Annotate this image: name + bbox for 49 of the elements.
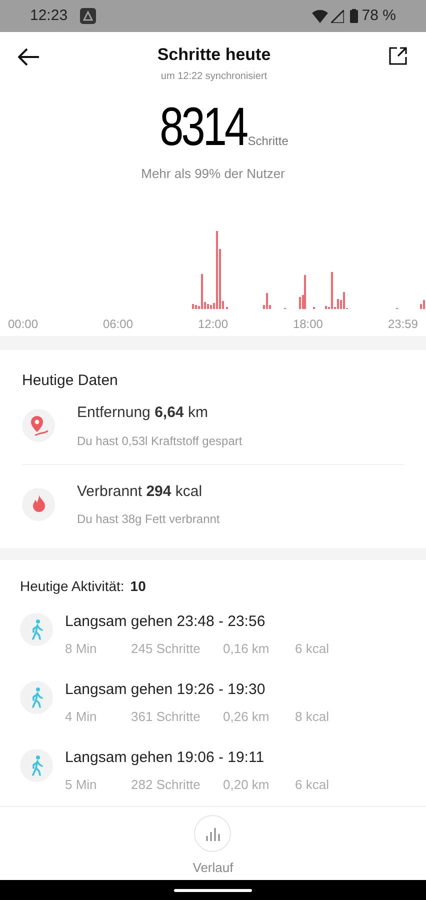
activity-calories: 6 kcal bbox=[295, 640, 329, 658]
step-unit: Schritte bbox=[248, 133, 288, 150]
metric-value: Entfernung 6,64 km bbox=[77, 403, 209, 423]
walking-person-icon bbox=[30, 754, 42, 776]
activity-section-title: Heutige Aktivität: bbox=[20, 577, 124, 596]
signal-icon bbox=[330, 10, 344, 22]
sync-status: um 12:22 synchronisiert bbox=[160, 70, 268, 84]
history-button[interactable]: Verlauf bbox=[192, 815, 234, 878]
activity-title: Langsam gehen 19:26 - 19:30 bbox=[65, 680, 266, 700]
location-pin-icon bbox=[28, 414, 48, 437]
activity-distance: 0,26 km bbox=[223, 708, 270, 726]
time-axis-label: 06:00 bbox=[102, 316, 134, 332]
back-arrow-icon bbox=[18, 48, 40, 66]
walking-person-icon bbox=[30, 686, 42, 708]
activity-title: Langsam gehen 23:48 - 23:56 bbox=[65, 612, 266, 632]
back-button[interactable] bbox=[18, 48, 40, 66]
share-icon bbox=[388, 46, 408, 66]
activity-duration: 8 Min bbox=[65, 640, 98, 658]
activity-distance: 0,16 km bbox=[223, 640, 270, 658]
metric-value: Verbrannt 294 kcal bbox=[77, 482, 204, 502]
activity-steps: 282 Schritte bbox=[131, 774, 223, 794]
activity-title: Langsam gehen 19:06 - 19:11 bbox=[65, 748, 266, 768]
walking-person-icon bbox=[30, 618, 42, 640]
battery-icon bbox=[350, 9, 358, 23]
battery-percentage: 78 % bbox=[362, 6, 396, 26]
metric-note: Du hast 0,53l Kraftstoff gespart bbox=[77, 432, 242, 450]
flame-icon bbox=[30, 494, 46, 514]
wifi-icon bbox=[312, 10, 328, 22]
activity-duration: 5 Min bbox=[65, 776, 98, 794]
metric-note: Du hast 38g Fett verbrannt bbox=[77, 511, 220, 528]
status-time: 12:23 bbox=[30, 6, 68, 26]
time-axis-label: 12:00 bbox=[198, 316, 228, 332]
user-comparison: Mehr als 99% der Nutzer bbox=[141, 165, 285, 183]
activity-distance: 0,20 km bbox=[223, 776, 270, 794]
activity-duration: 4 Min bbox=[65, 708, 98, 726]
time-axis-label: 23:59 bbox=[388, 316, 418, 332]
app-notification-icon bbox=[80, 8, 96, 24]
activity-steps: 245 Schritte bbox=[131, 638, 223, 658]
activity-count: 10 bbox=[130, 577, 146, 596]
time-axis-label: 18:00 bbox=[292, 316, 323, 332]
page-title: Schritte heute bbox=[157, 44, 271, 66]
bar-chart-icon bbox=[204, 826, 221, 840]
activity-calories: 6 kcal bbox=[295, 776, 329, 794]
activity-calories: 8 kcal bbox=[295, 708, 329, 726]
step-count: 8314 bbox=[159, 100, 246, 154]
time-axis-label: 00:00 bbox=[8, 316, 38, 332]
section-title: Heutige Daten bbox=[22, 370, 119, 390]
share-button[interactable] bbox=[388, 46, 408, 66]
activity-steps: 361 Schritte bbox=[131, 706, 223, 726]
